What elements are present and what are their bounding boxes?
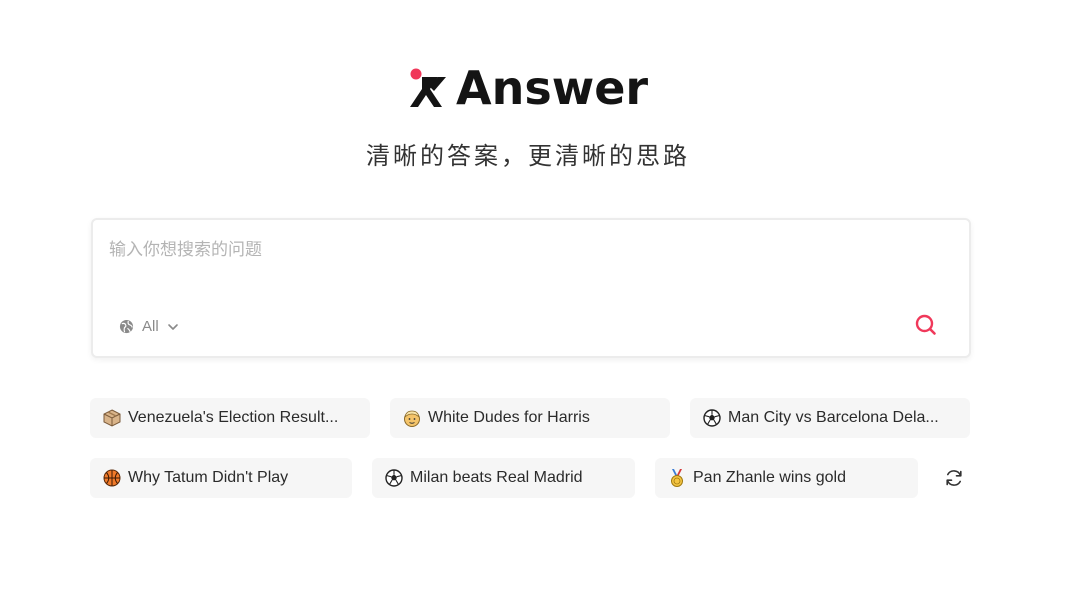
suggestion-chip[interactable]: White Dudes for Harris — [390, 398, 670, 438]
globe-icon — [119, 319, 134, 334]
suggestion-chip[interactable]: Venezuela's Election Result... — [90, 398, 370, 438]
suggestion-label: Milan beats Real Madrid — [410, 469, 583, 486]
tagline: 清晰的答案，更清晰的思路 — [366, 142, 690, 170]
basketball-emoji-icon — [103, 469, 121, 487]
package-emoji-icon — [103, 409, 121, 427]
suggestion-chip[interactable]: Milan beats Real Madrid — [372, 458, 635, 498]
medal-emoji-icon — [671, 469, 683, 487]
soccer-ball-emoji-icon — [703, 409, 721, 427]
suggestion-label: Why Tatum Didn't Play — [128, 469, 289, 486]
search-icon[interactable] — [913, 312, 939, 338]
logo: Answer — [408, 62, 648, 114]
suggestion-label: Pan Zhanle wins gold — [693, 469, 846, 486]
suggestion-chip[interactable]: Man City vs Barcelona Dela... — [690, 398, 970, 438]
suggestion-label: White Dudes for Harris — [428, 409, 590, 426]
brand-name: Answer — [456, 61, 649, 115]
search-input[interactable] — [109, 238, 889, 262]
suggestion-label: Man City vs Barcelona Dela... — [728, 409, 939, 426]
scope-label: All — [142, 318, 159, 335]
home-page: Answer 清晰的答案，更清晰的思路 All Venezuela's Elec… — [0, 0, 1081, 597]
chevron-down-icon — [167, 323, 178, 330]
suggestion-chip[interactable]: Why Tatum Didn't Play — [90, 458, 352, 498]
scope-dropdown[interactable]: All — [119, 318, 179, 335]
refresh-icon[interactable] — [943, 467, 965, 489]
soccer-ball-emoji-icon — [385, 469, 403, 487]
search-box: All — [91, 218, 971, 358]
answer-logo-icon — [410, 68, 446, 107]
suggestion-label: Venezuela's Election Result... — [128, 409, 339, 426]
person-emoji-icon — [404, 410, 420, 427]
suggestion-chip[interactable]: Pan Zhanle wins gold — [655, 458, 918, 498]
